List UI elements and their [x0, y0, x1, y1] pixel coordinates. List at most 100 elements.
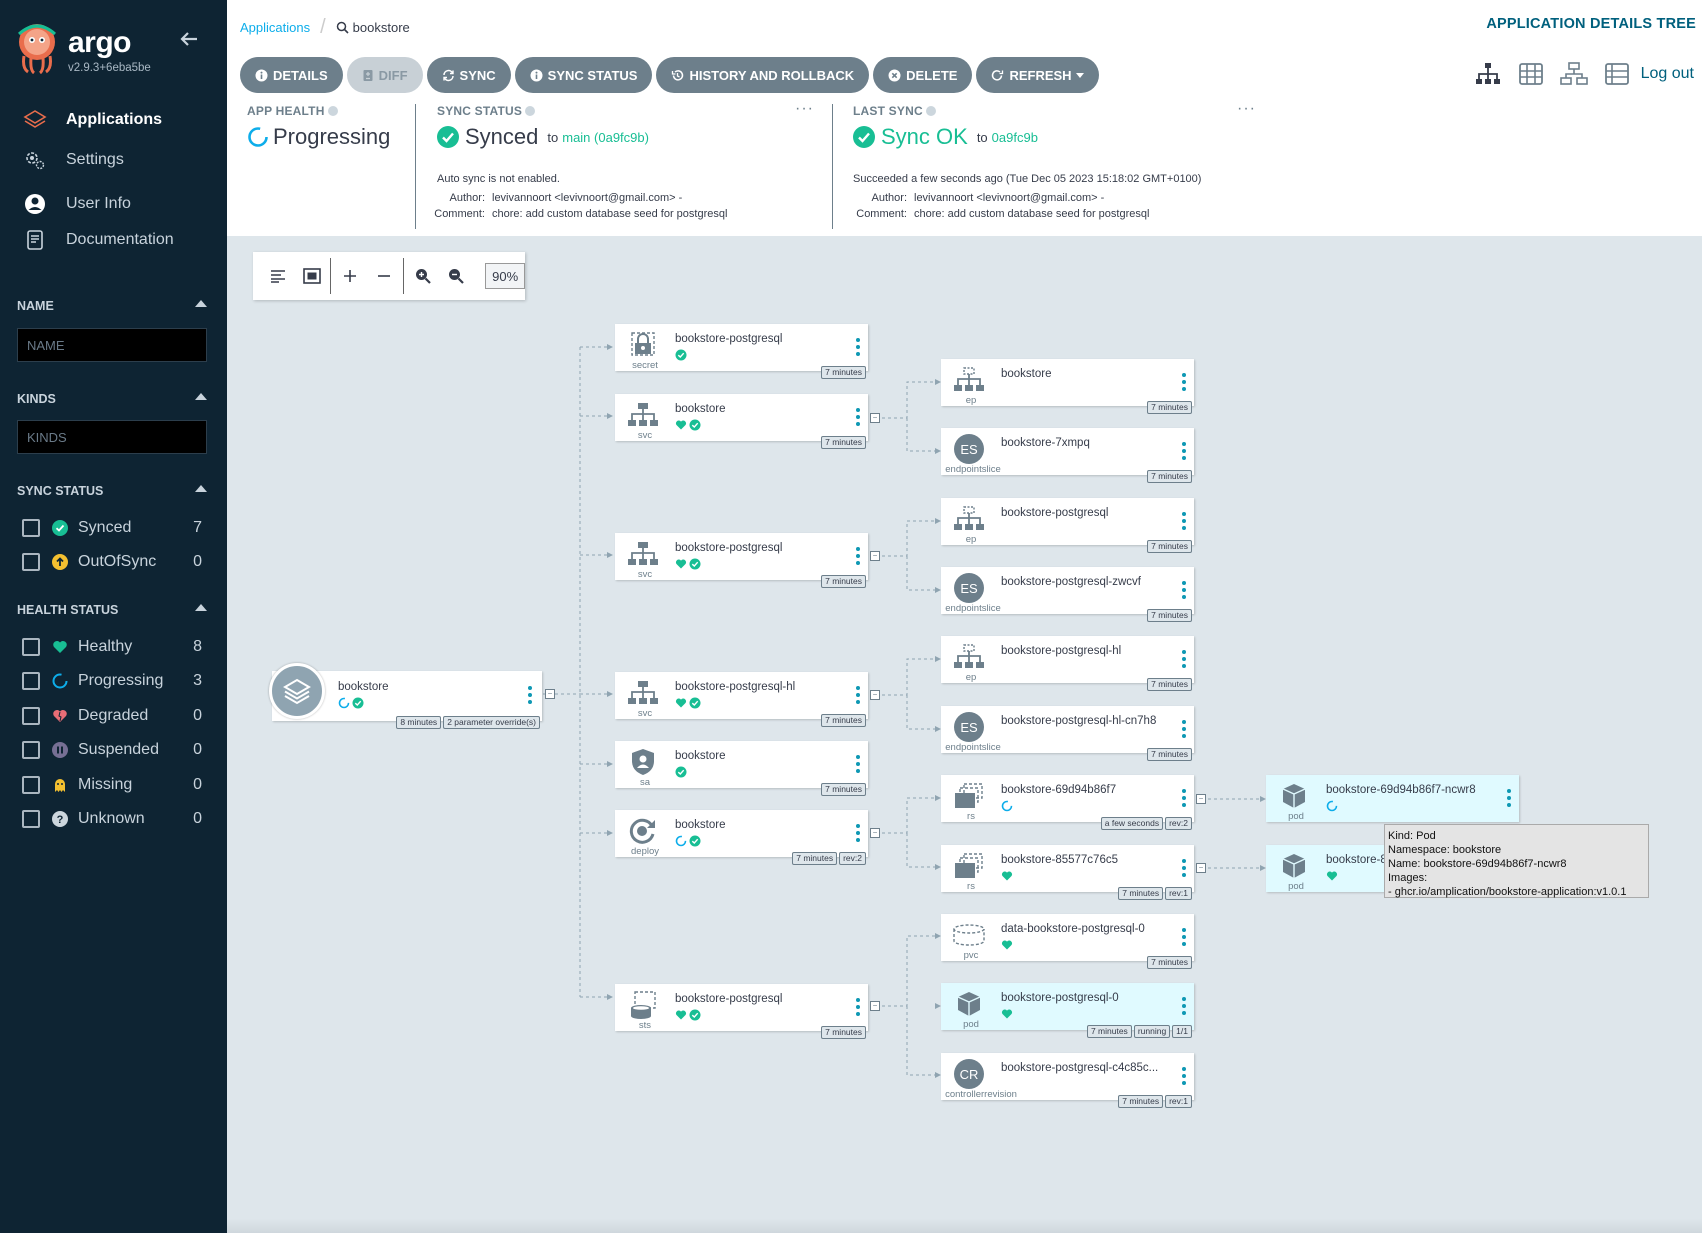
list-view-icon[interactable] — [1603, 60, 1631, 88]
nav-applications[interactable]: Applications — [22, 105, 212, 135]
node-svc-bookstore-postgresql[interactable]: svc bookstore-postgresql 7 minutes — [615, 533, 868, 588]
checkbox[interactable] — [22, 707, 40, 725]
tree-view-icon[interactable] — [1474, 60, 1502, 88]
checkbox[interactable] — [22, 672, 40, 690]
node-ep-bookstore-postgresql-hl[interactable]: ep bookstore-postgresql-hl 7 minutes — [941, 636, 1194, 691]
collapse-toggle[interactable]: − — [1196, 863, 1206, 873]
sync-revision-link[interactable]: main (0a9fc9b) — [562, 130, 649, 145]
node-endpointslice-bookstore-7xmpq[interactable]: ES endpointslice bookstore-7xmpq 7 minut… — [941, 428, 1194, 483]
collapse-toggle[interactable]: − — [545, 689, 555, 699]
filter-sync-title[interactable]: SYNC STATUS — [17, 484, 207, 498]
diff-button[interactable]: DIFF — [346, 57, 423, 93]
node-deploy-bookstore[interactable]: deploy bookstore 7 minutes rev:2 — [615, 810, 868, 865]
node-menu-icon[interactable] — [856, 755, 860, 773]
node-menu-icon[interactable] — [856, 408, 860, 426]
node-svc-bookstore-postgresql-hl[interactable]: svc bookstore-postgresql-hl 7 minutes — [615, 672, 868, 727]
node-menu-icon[interactable] — [1182, 859, 1186, 877]
pods-grid-icon[interactable] — [1517, 60, 1545, 88]
last-sync-revision-link[interactable]: 0a9fc9b — [992, 130, 1038, 145]
help-icon[interactable] — [525, 106, 536, 116]
node-menu-icon[interactable] — [856, 824, 860, 842]
filter-name-title[interactable]: NAME — [17, 299, 207, 313]
horizontal-scrollbar[interactable] — [227, 1219, 1702, 1233]
sync-status-button[interactable]: SYNC STATUS — [514, 57, 653, 93]
network-view-icon[interactable] — [1559, 60, 1588, 88]
node-menu-icon[interactable] — [1182, 1067, 1186, 1085]
zoom-out-icon[interactable] — [440, 258, 474, 294]
node-menu-icon[interactable] — [856, 547, 860, 565]
checkbox[interactable] — [22, 553, 40, 571]
filter-synced[interactable]: Synced 7 — [22, 516, 202, 540]
collapse-toggle[interactable]: − — [870, 551, 880, 561]
delete-button[interactable]: DELETE — [873, 57, 973, 93]
nav-documentation[interactable]: Documentation — [22, 225, 212, 255]
node-menu-icon[interactable] — [1182, 650, 1186, 668]
logout-link[interactable]: Log out — [1641, 65, 1694, 83]
node-pod-bookstore-postgresql-0[interactable]: pod bookstore-postgresql-0 7 minutes runn… — [941, 983, 1194, 1038]
node-menu-icon[interactable] — [1182, 720, 1186, 738]
zoom-level[interactable]: 90% — [485, 263, 525, 289]
node-rs-bookstore-85577c76c5[interactable]: rs bookstore-85577c76c5 7 minutes rev:1 — [941, 845, 1194, 900]
node-svc-bookstore[interactable]: svc bookstore 7 minutes — [615, 394, 868, 449]
filter-degraded[interactable]: Degraded 0 — [22, 704, 202, 728]
node-ep-bookstore-postgresql[interactable]: ep bookstore-postgresql 7 minutes — [941, 498, 1194, 553]
zoom-in-icon[interactable] — [406, 258, 440, 294]
collapse-toggle[interactable]: − — [1196, 794, 1206, 804]
checkbox[interactable] — [22, 638, 40, 656]
nav-user-info[interactable]: User Info — [22, 189, 212, 219]
name-filter-input[interactable] — [17, 328, 207, 362]
resource-tree-canvas[interactable]: 90% bookstore 8 minutes 2 parameter over… — [227, 236, 1702, 1233]
node-menu-icon[interactable] — [1182, 512, 1186, 530]
collapse-minus-icon[interactable] — [367, 258, 401, 294]
collapse-toggle[interactable]: − — [870, 828, 880, 838]
filter-outofsync[interactable]: OutOfSync 0 — [22, 550, 202, 574]
node-menu-icon[interactable] — [1182, 928, 1186, 946]
node-ep-bookstore[interactable]: ep bookstore 7 minutes — [941, 359, 1194, 414]
application-icon[interactable] — [269, 663, 325, 719]
align-left-icon[interactable] — [261, 258, 295, 294]
filter-health-title[interactable]: HEALTH STATUS — [17, 603, 207, 617]
node-secret-bookstore-postgresql[interactable]: secret bookstore-postgresql 7 minutes — [615, 324, 868, 379]
collapse-toggle[interactable]: − — [870, 690, 880, 700]
node-pod-bookstore-69d94b86f7-ncwr8[interactable]: pod bookstore-69d94b86f7-ncwr8 — [1266, 775, 1519, 822]
node-menu-icon[interactable] — [856, 998, 860, 1016]
node-controllerrevision-bookstore-postgresql[interactable]: CR controllerrevision bookstore-postgres… — [941, 1053, 1194, 1108]
details-button[interactable]: DETAILS — [240, 57, 343, 93]
filter-healthy[interactable]: Healthy 8 — [22, 635, 202, 659]
node-pvc-data-bookstore-postgresql-0[interactable]: pvc data-bookstore-postgresql-0 7 minute… — [941, 914, 1194, 969]
node-menu-icon[interactable] — [1182, 373, 1186, 391]
node-endpointslice-bookstore-postgresql-hl-cn7h8[interactable]: ES endpointslice bookstore-postgresql-hl… — [941, 706, 1194, 761]
sync-button[interactable]: SYNC — [426, 57, 511, 93]
checkbox[interactable] — [22, 741, 40, 759]
refresh-button[interactable]: REFRESH — [976, 57, 1099, 93]
breadcrumb-applications-link[interactable]: Applications — [240, 20, 310, 35]
node-menu-icon[interactable] — [856, 338, 860, 356]
checkbox[interactable] — [22, 776, 40, 794]
node-sa-bookstore[interactable]: sa bookstore 7 minutes — [615, 741, 868, 796]
history-rollback-button[interactable]: HISTORY AND ROLLBACK — [656, 57, 870, 93]
node-rs-bookstore-69d94b86f7[interactable]: rs bookstore-69d94b86f7 a few seconds rev… — [941, 775, 1194, 830]
more-icon[interactable]: ··· — [795, 100, 814, 118]
fit-screen-icon[interactable] — [295, 258, 329, 294]
filter-unknown[interactable]: ? Unknown 0 — [22, 807, 202, 831]
node-menu-icon[interactable] — [1182, 442, 1186, 460]
kinds-filter-input[interactable] — [17, 420, 207, 454]
filter-missing[interactable]: Missing 0 — [22, 773, 202, 797]
collapse-toggle[interactable]: − — [870, 1001, 880, 1011]
checkbox[interactable] — [22, 810, 40, 828]
more-icon[interactable]: ··· — [1237, 100, 1256, 118]
node-menu-icon[interactable] — [1507, 789, 1511, 807]
node-sts-bookstore-postgresql[interactable]: sts bookstore-postgresql 7 minutes — [615, 984, 868, 1039]
node-menu-icon[interactable] — [1182, 789, 1186, 807]
node-menu-icon[interactable] — [1182, 581, 1186, 599]
nav-settings[interactable]: Settings — [22, 145, 212, 175]
checkbox[interactable] — [22, 519, 40, 537]
filter-suspended[interactable]: Suspended 0 — [22, 738, 202, 762]
collapse-toggle[interactable]: − — [870, 413, 880, 423]
filter-kinds-title[interactable]: KINDS — [17, 392, 207, 406]
node-menu-icon[interactable] — [1182, 997, 1186, 1015]
breadcrumb-current[interactable]: bookstore — [336, 20, 410, 35]
node-endpointslice-bookstore-postgresql-zwcvf[interactable]: ES endpointslice bookstore-postgresql-zw… — [941, 567, 1194, 622]
collapse-sidebar-button[interactable] — [178, 28, 200, 50]
filter-progressing[interactable]: Progressing 3 — [22, 669, 202, 693]
